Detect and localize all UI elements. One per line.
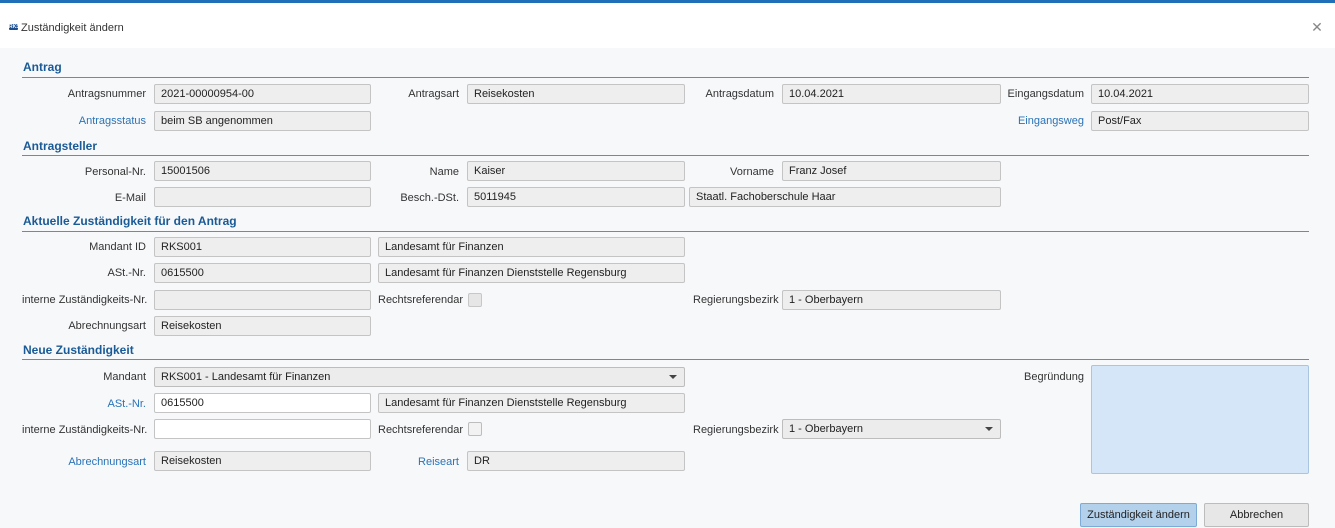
vorname-field: Franz Josef — [782, 161, 1001, 181]
divider — [22, 77, 1309, 78]
section-title-neu: Neue Zuständigkeit — [23, 343, 134, 357]
rechtsreferendar-checkbox — [468, 293, 482, 307]
besch-dst-field: 5011945 — [467, 187, 685, 207]
chevron-down-icon — [985, 427, 993, 431]
ast-nr-input[interactable]: 0615500 — [154, 393, 371, 413]
abrechnungsart-label: Abrechnungsart — [68, 320, 146, 332]
eingangsdatum-label: Eingangsdatum — [1007, 88, 1084, 100]
divider — [22, 231, 1309, 232]
section-title-aktuell: Aktuelle Zuständigkeit für den Antrag — [23, 214, 237, 228]
vorname-label: Vorname — [729, 166, 774, 178]
regierungsbezirk-select-value: 1 - Oberbayern — [789, 423, 863, 435]
rechtsreferendar-label: Rechtsreferendar — [378, 424, 463, 436]
regierungsbezirk-field: 1 - Oberbayern — [782, 290, 1001, 310]
interne-nr-label: interne Zuständigkeits-Nr. — [22, 424, 148, 436]
ast-nr-field: 0615500 — [154, 263, 371, 283]
antragsart-label: Antragsart — [408, 88, 459, 100]
rechtsreferendar-label: Rechtsreferendar — [378, 294, 463, 306]
regierungsbezirk-select[interactable]: 1 - Oberbayern — [782, 419, 1001, 439]
email-field — [154, 187, 371, 207]
reiseart-link[interactable]: Reiseart — [378, 456, 459, 468]
mandant-id-field: RKS001 — [154, 237, 371, 257]
eingangsweg-link[interactable]: Eingangsweg — [1003, 115, 1084, 127]
mandant-select-value: RKS001 - Landesamt für Finanzen — [161, 371, 331, 383]
divider — [22, 359, 1309, 360]
cancel-button[interactable]: Abbrechen — [1204, 503, 1309, 527]
personal-nr-label: Personal-Nr. — [84, 166, 146, 178]
rechtsreferendar-checkbox[interactable] — [468, 422, 482, 436]
interne-nr-input[interactable] — [154, 419, 371, 439]
reiseart-field: DR — [467, 451, 685, 471]
abrechnungsart-link[interactable]: Abrechnungsart — [22, 456, 146, 468]
email-label: E-Mail — [114, 192, 146, 204]
ast-nr-link[interactable]: ASt.-Nr. — [22, 398, 146, 410]
mandant-select[interactable]: RKS001 - Landesamt für Finanzen — [154, 367, 685, 387]
antragsnummer-label: Antragsnummer — [67, 88, 146, 100]
close-icon[interactable]: ✕ — [1307, 17, 1327, 37]
abrechnungsart-field: Reisekosten — [154, 451, 371, 471]
antragsdatum-label: Antragsdatum — [705, 88, 774, 100]
antragsdatum-field: 10.04.2021 — [782, 84, 1001, 104]
antragsstatus-link[interactable]: Antragsstatus — [22, 115, 146, 127]
begruendung-textarea[interactable] — [1091, 365, 1309, 474]
change-responsibility-button[interactable]: Zuständigkeit ändern — [1080, 503, 1197, 527]
window-title: Zuständigkeit ändern — [21, 22, 124, 34]
dienststelle-field: Staatl. Fachoberschule Haar — [689, 187, 1001, 207]
personal-nr-field: 15001506 — [154, 161, 371, 181]
chevron-down-icon — [669, 375, 677, 379]
eingangsweg-field: Post/Fax — [1091, 111, 1309, 131]
antragsnummer-field: 2021-00000954-00 — [154, 84, 371, 104]
eingangsdatum-field: 10.04.2021 — [1091, 84, 1309, 104]
abrechnungsart-field: Reisekosten — [154, 316, 371, 336]
besch-dst-label: Besch.-DSt. — [400, 192, 459, 204]
interne-nr-label: interne Zuständigkeits-Nr. — [22, 294, 148, 306]
interne-nr-field — [154, 290, 371, 310]
name-label: Name — [429, 166, 459, 178]
name-field: Kaiser — [467, 161, 685, 181]
antragsart-field: Reisekosten — [467, 84, 685, 104]
antragsstatus-field: beim SB angenommen — [154, 111, 371, 131]
mandant-name-field: Landesamt für Finanzen — [378, 237, 685, 257]
divider — [22, 155, 1309, 156]
ast-nr-label: ASt.-Nr. — [107, 267, 146, 279]
title-bar: RKS Zuständigkeit ändern ✕ — [0, 3, 1335, 48]
ast-name-field: Landesamt für Finanzen Dienststelle Rege… — [378, 263, 685, 283]
begruendung-label: Begründung — [1024, 371, 1084, 383]
mandant-id-label: Mandant ID — [89, 241, 146, 253]
mandant-label: Mandant — [103, 371, 146, 383]
dialog-window: RKS Zuständigkeit ändern ✕ Antrag Antrag… — [0, 0, 1335, 528]
regierungsbezirk-label: Regierungsbezirk — [693, 294, 779, 306]
regierungsbezirk-label: Regierungsbezirk — [693, 424, 779, 436]
ast-name-field: Landesamt für Finanzen Dienststelle Rege… — [378, 393, 685, 413]
section-title-antrag: Antrag — [23, 60, 62, 74]
app-logo-icon: RKS — [9, 24, 20, 30]
section-title-antragsteller: Antragsteller — [23, 139, 98, 153]
